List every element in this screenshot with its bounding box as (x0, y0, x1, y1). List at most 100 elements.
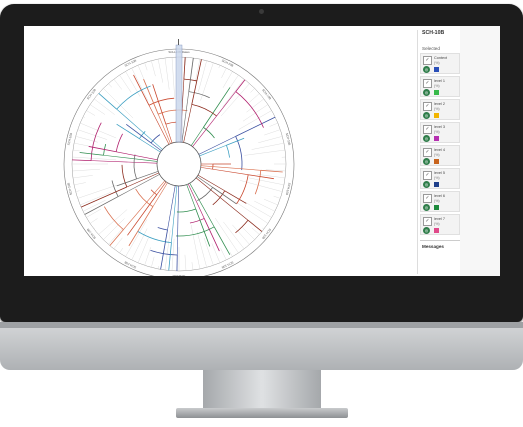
leaf-line (94, 228, 96, 230)
tree-branch-arc (226, 145, 230, 158)
camera-icon (259, 9, 264, 14)
card-name: level 3 (434, 125, 445, 129)
leaf-line (250, 88, 255, 93)
tree-branch-line (72, 159, 92, 162)
checkbox[interactable]: ✓ (423, 56, 432, 65)
tree-branch-line (128, 206, 154, 247)
color-swatch (434, 182, 439, 187)
card-name: level 1 (434, 79, 445, 83)
tree-branch-arc (103, 206, 124, 230)
leaf-line (82, 116, 85, 118)
selection-card[interactable]: ✓ ◎ level 7 (%) (420, 214, 460, 235)
card-percent: (%) (434, 61, 440, 65)
target-icon[interactable]: ◎ (423, 227, 430, 234)
tree-branch-arc (203, 127, 215, 139)
radial-tree-view[interactable]: SCH-10B DatesSCH-10BSCH-10BSCH-10BSCH-10… (24, 26, 416, 276)
tree-branch-line (235, 79, 246, 92)
selection-card[interactable]: ✓ ◎ level 1 (%) (420, 76, 460, 97)
leaf-line (239, 180, 283, 192)
leaf-line (75, 190, 80, 192)
target-icon[interactable]: ◎ (423, 89, 430, 96)
leaf-line (108, 227, 124, 245)
card-name: Context (434, 56, 448, 60)
tree-branch-stem (192, 91, 236, 147)
leaf-line (220, 248, 227, 261)
card-name: level 5 (434, 171, 445, 175)
checkbox[interactable]: ✓ (423, 194, 432, 203)
side-panel: SCH-10B Selected ✓ ◎ Context (%) ✓ ◎ level 1 (%… (420, 26, 460, 276)
leaf-line (113, 79, 122, 90)
tree-branch-stem (167, 185, 176, 231)
checkbox[interactable]: ✓ (423, 171, 432, 180)
color-swatch (434, 90, 439, 95)
leaf-line (157, 59, 163, 83)
leaf-line (171, 57, 175, 98)
tree-root-circle (156, 141, 202, 187)
tree-branch-line (160, 229, 168, 270)
selection-card[interactable]: ✓ ◎ level 4 (%) (420, 145, 460, 166)
tree-branch-stem (176, 185, 179, 255)
target-icon[interactable]: ◎ (423, 158, 430, 165)
checkbox[interactable]: ✓ (423, 217, 432, 226)
leaf-line (144, 247, 151, 266)
card-percent: (%) (434, 199, 440, 203)
color-swatch (434, 113, 439, 118)
selection-card[interactable]: ✓ ◎ level 3 (%) (420, 122, 460, 143)
tree-branch-line (183, 57, 186, 80)
tree-branch-arc (116, 85, 151, 110)
selection-card[interactable]: ✓ ◎ level 2 (%) (420, 99, 460, 120)
tree-branch-arc (236, 174, 249, 204)
tree-branch-arc (150, 134, 161, 144)
target-icon[interactable]: ◎ (423, 204, 430, 211)
leaf-line (184, 254, 187, 271)
card-name: level 4 (434, 148, 445, 152)
leaf-line (77, 185, 117, 199)
selection-card[interactable]: ✓ ◎ level 5 (%) (420, 168, 460, 189)
selection-card[interactable]: ✓ ◎ Context (%) (420, 53, 460, 74)
target-icon[interactable]: ◎ (423, 135, 430, 142)
tree-branch-stem (196, 176, 213, 188)
tree-branch-stem (187, 183, 205, 219)
tree-branch-arc (111, 180, 119, 197)
highlighted-branch[interactable] (175, 44, 183, 143)
tree-branch-stem (199, 144, 227, 157)
color-swatch (434, 159, 439, 164)
checkbox[interactable]: ✓ (423, 125, 432, 134)
card-name: level 6 (434, 194, 445, 198)
leaf-line (72, 156, 117, 161)
leaf-line (103, 218, 125, 240)
leaf-line (72, 149, 80, 152)
tree-branch-stem (126, 172, 159, 188)
leaf-line (119, 247, 124, 254)
tree-branch-line (203, 218, 220, 252)
tree-branch-arc (176, 208, 196, 213)
leaf-line (94, 98, 115, 115)
tree-branch-stem (190, 127, 204, 146)
target-icon[interactable]: ◎ (423, 112, 430, 119)
selection-card[interactable]: ✓ ◎ level 6 (%) (420, 191, 460, 212)
leaf-line (108, 83, 112, 88)
leaf-line (131, 228, 148, 261)
leaf-line (72, 175, 93, 179)
tree-branch-arc (254, 170, 262, 195)
leaf-line (211, 243, 221, 263)
card-percent: (%) (434, 176, 440, 180)
leaf-line (164, 57, 170, 90)
checkbox[interactable]: ✓ (423, 102, 432, 111)
tree-branch-stem (123, 180, 166, 230)
target-icon[interactable]: ◎ (423, 181, 430, 188)
tree-branch-line (188, 57, 194, 92)
panel-title: SCH-10B (422, 30, 445, 36)
color-swatch (434, 228, 439, 233)
ring-label: SCH-10B (285, 132, 292, 145)
checkbox[interactable]: ✓ (423, 148, 432, 157)
tree-branch-arc (191, 103, 217, 117)
tree-branch-line (168, 242, 172, 271)
screen-edge (460, 26, 500, 276)
checkbox[interactable]: ✓ (423, 79, 432, 88)
target-icon[interactable]: ◎ (423, 66, 430, 73)
tree-branch-line (191, 59, 202, 105)
leaf-line (74, 142, 89, 147)
leaf-line (254, 200, 276, 212)
leaf-line (258, 136, 283, 143)
